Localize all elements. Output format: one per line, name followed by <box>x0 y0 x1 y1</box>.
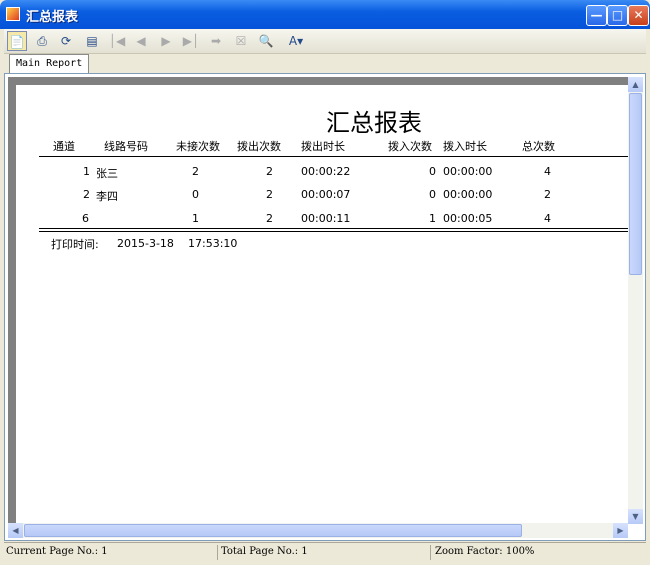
cell-channel: 2 <box>83 188 90 201</box>
scroll-left-icon[interactable]: ◀ <box>8 523 23 538</box>
minimize-icon: — <box>590 8 603 22</box>
horizontal-scrollbar[interactable]: ◀ ▶ <box>8 523 628 538</box>
toolbar: 📄 ⎙ ⟳ ▤ │◀ ◀ ▶ ▶│ ➡ ☒ 🔍 A▾ <box>4 29 646 54</box>
total-incoming-duration: 00:00:05 <box>443 212 493 225</box>
total-page-status: Total Page No.: 1 <box>221 546 308 557</box>
search-icon[interactable]: 🔍 <box>256 31 276 51</box>
cell-incoming-duration: 00:00:00 <box>443 188 493 201</box>
goto-page-icon[interactable]: ➡ <box>206 31 226 51</box>
vertical-scroll-thumb[interactable] <box>629 93 642 275</box>
cell-incoming-count: 0 <box>429 188 436 201</box>
scroll-right-icon[interactable]: ▶ <box>613 523 628 538</box>
cell-line-number: 李四 <box>96 190 118 203</box>
cell-total: 4 <box>544 165 551 178</box>
first-page-icon[interactable]: │◀ <box>107 31 127 51</box>
cell-incoming-count: 0 <box>429 165 436 178</box>
cell-incoming-duration: 00:00:00 <box>443 165 493 178</box>
header-incoming-duration: 拨入时长 <box>443 140 487 153</box>
print-time: 17:53:10 <box>188 237 238 250</box>
header-missed: 未接次数 <box>176 140 220 153</box>
print-date: 2015-3-18 <box>117 237 174 250</box>
cell-channel: 1 <box>83 165 90 178</box>
tab-strip: Main Report <box>4 53 646 73</box>
cell-outgoing-count: 2 <box>266 188 273 201</box>
report-viewer[interactable]: 汇总报表 通道 线路号码 未接次数 拨出次数 拨出时长 拨入次数 拨入时长 总次… <box>8 77 628 524</box>
report-page: 汇总报表 通道 线路号码 未接次数 拨出次数 拨出时长 拨入次数 拨入时长 总次… <box>16 85 628 524</box>
cell-outgoing-count: 2 <box>266 165 273 178</box>
total-outgoing-duration: 00:00:11 <box>301 212 351 225</box>
maximize-icon: □ <box>611 8 624 22</box>
cell-outgoing-duration: 00:00:07 <box>301 188 351 201</box>
status-divider <box>430 545 431 560</box>
cell-total: 2 <box>544 188 551 201</box>
header-outgoing-count: 拨出次数 <box>237 140 281 153</box>
total-rule-top <box>39 228 628 229</box>
vertical-scrollbar[interactable]: ▲ ▼ <box>628 77 643 524</box>
print-time-label: 打印时间: <box>51 238 99 251</box>
previous-page-icon[interactable]: ◀ <box>131 31 151 51</box>
title-bar[interactable]: 汇总报表 — □ ✕ <box>0 0 650 29</box>
horizontal-scroll-thumb[interactable] <box>24 524 522 537</box>
status-bar: Current Page No.: 1 Total Page No.: 1 Zo… <box>4 542 646 562</box>
header-channel: 通道 <box>53 140 75 153</box>
close-icon: ✕ <box>633 8 644 22</box>
group-tree-icon[interactable]: ▤ <box>82 31 102 51</box>
cell-missed: 0 <box>192 188 199 201</box>
refresh-icon[interactable]: ⟳ <box>56 31 76 51</box>
cell-missed: 2 <box>192 165 199 178</box>
header-incoming-count: 拨入次数 <box>388 140 432 153</box>
maximize-button[interactable]: □ <box>607 5 628 26</box>
total-rule-bottom <box>39 231 628 232</box>
total-incoming-count: 1 <box>429 212 436 225</box>
window-title: 汇总报表 <box>26 10 79 25</box>
header-total: 总次数 <box>522 140 555 153</box>
cell-outgoing-duration: 00:00:22 <box>301 165 351 178</box>
total-total: 4 <box>544 212 551 225</box>
next-page-icon[interactable]: ▶ <box>156 31 176 51</box>
print-icon[interactable]: ⎙ <box>32 31 52 51</box>
last-page-icon[interactable]: ▶│ <box>181 31 201 51</box>
app-icon <box>6 7 20 21</box>
export-icon[interactable]: 📄 <box>7 31 27 51</box>
stop-icon[interactable]: ☒ <box>231 31 251 51</box>
total-channel: 6 <box>82 212 89 225</box>
current-page-status: Current Page No.: 1 <box>6 546 108 557</box>
status-divider <box>217 545 218 560</box>
header-outgoing-duration: 拨出时长 <box>301 140 345 153</box>
header-rule <box>39 156 628 157</box>
close-button[interactable]: ✕ <box>628 5 649 26</box>
zoom-icon[interactable]: A▾ <box>281 31 311 51</box>
report-title: 汇总报表 <box>326 109 422 137</box>
minimize-button[interactable]: — <box>586 5 607 26</box>
tab-main-report[interactable]: Main Report <box>9 54 90 73</box>
scroll-down-icon[interactable]: ▼ <box>628 509 643 524</box>
scroll-up-icon[interactable]: ▲ <box>628 77 643 92</box>
cell-line-number: 张三 <box>96 167 118 180</box>
header-line-number: 线路号码 <box>104 140 148 153</box>
zoom-status: Zoom Factor: 100% <box>435 546 535 557</box>
report-frame: 汇总报表 通道 线路号码 未接次数 拨出次数 拨出时长 拨入次数 拨入时长 总次… <box>4 73 646 541</box>
total-missed: 1 <box>192 212 199 225</box>
total-outgoing-count: 2 <box>266 212 273 225</box>
